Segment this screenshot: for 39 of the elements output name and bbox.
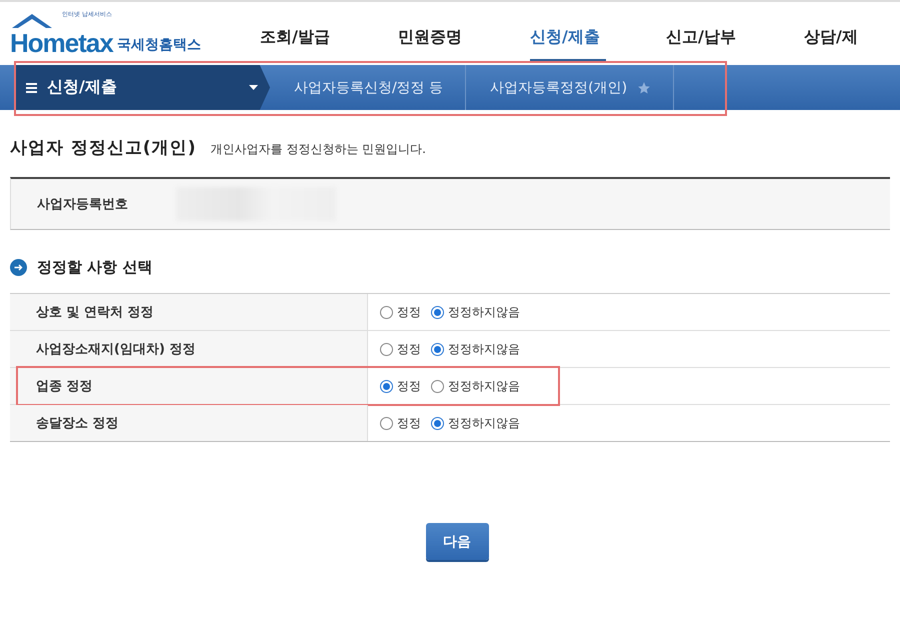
radio-option[interactable]: 정정하지않음	[431, 378, 520, 394]
radio-option[interactable]: 정정	[380, 340, 421, 358]
radio-button[interactable]	[431, 416, 444, 430]
row-label: 업종 정정	[10, 368, 368, 404]
nav-tab[interactable]: 신청/제출	[530, 27, 666, 62]
nav-tab[interactable]: 조회/발급	[260, 27, 398, 62]
radio-option[interactable]: 정정하지않음	[431, 414, 520, 432]
radio-option[interactable]: 정정	[380, 414, 421, 432]
page-description: 개인사업자를 정정신청하는 민원입니다.	[210, 141, 426, 158]
radio-button[interactable]	[431, 380, 444, 392]
menu-icon	[26, 82, 37, 92]
breadcrumb-link[interactable]: 사업자등록신청/정정 등	[270, 65, 466, 110]
radio-button[interactable]	[380, 342, 393, 356]
menu-dropdown[interactable]: 신청/제출	[14, 65, 270, 110]
radio-button[interactable]	[431, 342, 444, 356]
radio-option[interactable]: 정정	[380, 378, 421, 394]
radio-option[interactable]: 정정하지않음	[431, 304, 520, 320]
row-label: 상호 및 연락처 정정	[10, 294, 368, 330]
radio-option[interactable]: 정정하지않음	[431, 340, 520, 358]
radio-option[interactable]: 정정	[380, 304, 421, 320]
section-title: 정정할 사항 선택	[37, 258, 152, 277]
page-title: 사업자 정정신고(개인)	[10, 137, 196, 159]
radio-button[interactable]	[380, 306, 393, 318]
radio-button[interactable]	[431, 306, 444, 318]
nav-tab[interactable]: 민원증명	[398, 27, 530, 62]
radio-button[interactable]	[380, 380, 393, 392]
logo-wordmark[interactable]: Hometax	[10, 30, 113, 56]
row-label: 사업장소재지(임대차) 정정	[10, 331, 368, 367]
radio-button[interactable]	[380, 416, 393, 430]
logo-name: 국세청홈택스	[116, 36, 201, 54]
nav-tab[interactable]: 신고/납부	[666, 27, 804, 62]
nav-tab[interactable]: 상담/제	[804, 27, 884, 62]
row-label: 송달장소 정정	[10, 405, 368, 441]
field-label: 사업자등록번호	[37, 196, 128, 213]
breadcrumb-link[interactable]: 사업자등록정정(개인)	[466, 65, 674, 110]
star-icon[interactable]	[637, 80, 652, 94]
arrow-circle-icon	[10, 259, 27, 276]
next-button[interactable]: 다음	[426, 523, 488, 560]
caret-icon	[249, 85, 258, 90]
